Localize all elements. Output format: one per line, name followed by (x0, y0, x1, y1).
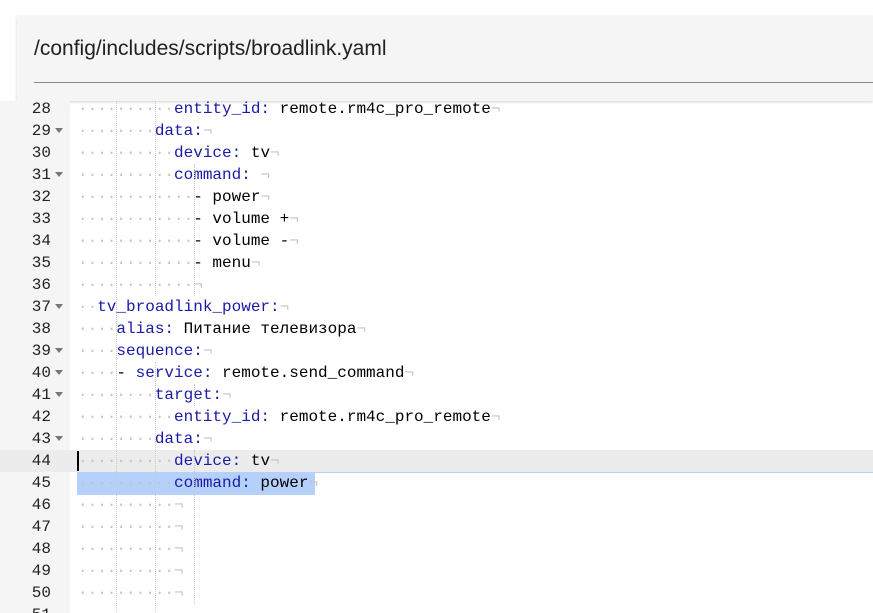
indent-guide (116, 101, 117, 613)
line-number: 45 (31, 474, 51, 492)
line-number: 30 (31, 144, 51, 162)
code-text: ··········¬ (78, 562, 184, 580)
code-text: ········data:¬ (78, 122, 213, 140)
code-line[interactable]: 47 ··········¬ (0, 516, 873, 538)
code-line[interactable]: 48 ··········¬ (0, 538, 873, 560)
code-line[interactable]: 39 ····sequence:¬ (0, 340, 873, 362)
code-line[interactable]: 34 ············- volume -¬ (0, 230, 873, 252)
code-text: ····sequence:¬ (78, 342, 213, 360)
code-text: ····- service: remote.send_command¬ (78, 364, 415, 382)
line-number: 31 (31, 166, 51, 184)
code-text: ··········command: ¬ (78, 166, 271, 184)
indent-guide (194, 450, 195, 604)
code-line[interactable]: 41 ········target:¬ (0, 384, 873, 406)
code-line[interactable]: 33 ············- volume +¬ (0, 208, 873, 230)
code-line[interactable]: 37 ··tv_broadlink_power:¬ (0, 296, 873, 318)
code-text: ··········entity_id: remote.rm4c_pro_rem… (78, 408, 501, 426)
code-text: ············¬ (78, 276, 203, 294)
line-number: 44 (31, 452, 51, 470)
code-line[interactable]: 29 ········data:¬ (0, 120, 873, 142)
code-line[interactable]: 35 ············- menu¬ (0, 252, 873, 274)
line-number: 36 (31, 276, 51, 294)
text-cursor (77, 451, 79, 471)
code-text: ··········device: tv¬ (78, 452, 280, 470)
code-line[interactable]: 49 ··········¬ (0, 560, 873, 582)
code-text: ··········¬ (78, 584, 184, 602)
code-text: ··········entity_id: remote.rm4c_pro_rem… (78, 101, 501, 118)
code-text: ············- volume +¬ (78, 210, 299, 228)
code-line[interactable]: 36 ············¬ (0, 274, 873, 296)
line-number: 38 (31, 320, 51, 338)
code-line[interactable]: 51 ¬ (0, 604, 873, 613)
code-line[interactable]: 43 ········data:¬ (0, 428, 873, 450)
indent-guide (194, 384, 195, 406)
line-number: 41 (31, 386, 51, 404)
line-number: 49 (31, 562, 51, 580)
line-number: 34 (31, 232, 51, 250)
line-number: 37 (31, 298, 51, 316)
code-line[interactable]: 42 ··········entity_id: remote.rm4c_pro_r… (0, 406, 873, 428)
fold-arrow-icon[interactable] (55, 128, 63, 133)
fold-arrow-icon[interactable] (55, 304, 63, 309)
code-line[interactable]: 50 ··········¬ (0, 582, 873, 604)
code-text: ··tv_broadlink_power:¬ (78, 298, 290, 316)
fold-arrow-icon[interactable] (55, 392, 63, 397)
code-text: ··········command: power¬ (78, 474, 319, 492)
line-number: 28 (31, 101, 51, 118)
line-number: 33 (31, 210, 51, 228)
code-line[interactable]: 46 ··········¬ (0, 494, 873, 516)
line-number: 46 (31, 496, 51, 514)
code-text: ¬ (78, 604, 88, 613)
line-number: 40 (31, 364, 51, 382)
code-line[interactable]: 44 ··········device: tv¬ (0, 450, 873, 472)
code-text: ··········device: tv¬ (78, 144, 280, 162)
code-line[interactable]: 31 ··········command: ¬ (0, 164, 873, 186)
code-text: ····alias: Питание телевизора¬ (78, 320, 367, 338)
code-line[interactable]: 32 ············- power¬ (0, 186, 873, 208)
code-text: ··········¬ (78, 518, 184, 536)
code-line[interactable]: 28 ··········entity_id: remote.rm4c_pro_r… (0, 101, 873, 120)
line-number: 51 (0, 604, 51, 613)
header-divider (34, 82, 873, 83)
line-number: 32 (31, 188, 51, 206)
code-editor[interactable]: 28 ··········entity_id: remote.rm4c_pro_r… (0, 101, 873, 613)
file-path-title: /config/includes/scripts/broadlink.yaml (34, 37, 387, 60)
line-number: 43 (31, 430, 51, 448)
line-number: 47 (31, 518, 51, 536)
line-number: 39 (31, 342, 51, 360)
fold-arrow-icon[interactable] (55, 348, 63, 353)
code-line[interactable]: 38 ····alias: Питание телевизора¬ (0, 318, 873, 340)
code-text: ··········¬ (78, 540, 184, 558)
line-number: 48 (31, 540, 51, 558)
code-text: ········data:¬ (78, 430, 213, 448)
code-text: ············- volume -¬ (78, 232, 299, 250)
line-number: 42 (31, 408, 51, 426)
code-line[interactable]: 45 ··········command: power¬ (0, 472, 873, 494)
fold-arrow-icon[interactable] (55, 436, 63, 441)
file-header: /config/includes/scripts/broadlink.yaml (17, 16, 873, 101)
code-line[interactable]: 30 ··········device: tv¬ (0, 142, 873, 164)
code-text: ············- menu¬ (78, 254, 261, 272)
indent-guide (155, 101, 156, 296)
indent-guide (194, 164, 195, 296)
code-text: ············- power¬ (78, 188, 271, 206)
line-number: 50 (31, 584, 51, 602)
fold-arrow-icon[interactable] (55, 172, 63, 177)
code-text: ··········¬ (78, 496, 184, 514)
indent-guide (155, 362, 156, 613)
fold-arrow-icon[interactable] (55, 370, 63, 375)
line-number: 35 (31, 254, 51, 272)
line-number: 29 (31, 122, 51, 140)
code-line[interactable]: 40 ····- service: remote.send_command¬ (0, 362, 873, 384)
